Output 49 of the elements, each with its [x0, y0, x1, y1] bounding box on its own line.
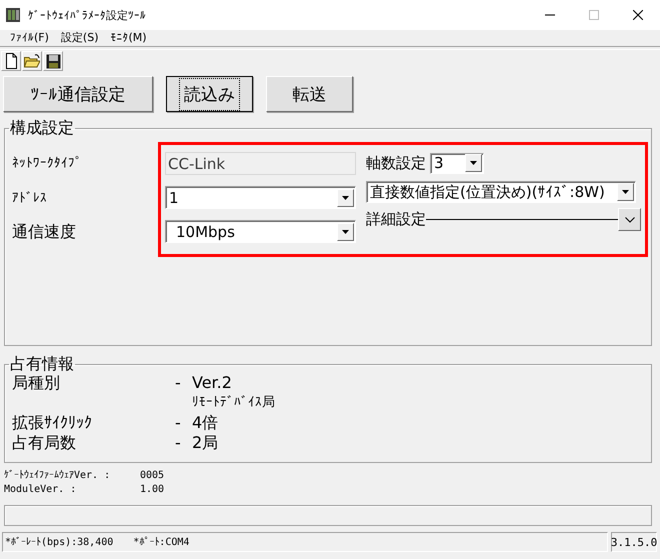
- dash-text: -: [175, 413, 182, 433]
- toolbar-button[interactable]: [22, 51, 42, 71]
- action-button[interactable]: 転送: [266, 76, 353, 112]
- version-label: ModuleVer. :: [4, 483, 78, 497]
- baud-rate-text: *ﾎﾞｰﾚｰﾄ(bps):38,400: [5, 536, 114, 548]
- group-title: 占有情報: [9, 356, 75, 372]
- toolbar-button[interactable]: [43, 51, 63, 71]
- dash-text: -: [175, 433, 182, 453]
- dash-text: -: [175, 373, 182, 393]
- menu-item[interactable]: ﾌｧｲﾙ(F): [4, 31, 55, 44]
- info-value: 2局: [192, 433, 220, 453]
- version-label: ｹﾞｰﾄｳｪｲﾌｧｰﾑｳｪｱVer. :: [4, 469, 112, 483]
- version-text: 3.1.5.0: [611, 532, 657, 552]
- field-label: 通信速度: [12, 221, 77, 243]
- version-value: 0005: [140, 469, 166, 483]
- maximize-icon: [589, 10, 599, 20]
- chevron-down-icon: [624, 216, 634, 222]
- field-label: ｱﾄﾞﾚｽ: [12, 190, 48, 208]
- info-value: ﾘﾓｰﾄﾃﾞﾊﾞｲｽ局: [192, 394, 276, 412]
- close-icon[interactable]: [633, 10, 643, 20]
- speed-dropdown[interactable]: 10Mbps: [165, 220, 356, 243]
- info-label: 局種別: [12, 373, 61, 393]
- field-label: ﾈｯﾄﾜｰｸﾀｲﾌﾟ: [12, 155, 83, 173]
- toolbar-button[interactable]: [1, 51, 21, 71]
- caret-icon: [342, 230, 349, 234]
- port-text: *ﾎﾟｰﾄ:COM4: [133, 536, 190, 548]
- info-label: 拡張ｻｲｸﾘｯｸ: [12, 413, 93, 433]
- info-label: 占有局数: [12, 433, 77, 453]
- caret-icon: [470, 161, 477, 165]
- menu-item[interactable]: ﾓﾆﾀ(M): [104, 31, 153, 44]
- field-label: 詳細設定: [366, 210, 426, 229]
- caret-icon: [622, 190, 629, 194]
- info-value: 4倍: [192, 413, 220, 433]
- info-value: Ver.2: [192, 373, 233, 393]
- mode-dropdown[interactable]: 直接数値指定(位置決め)(ｻｲｽﾞ:8W): [366, 181, 636, 203]
- caret-icon: [342, 196, 349, 200]
- address-dropdown[interactable]: 1: [165, 186, 356, 209]
- action-button[interactable]: ﾂｰﾙ通信設定: [3, 76, 153, 112]
- window-title: ｹﾞｰﾄｳｪｲﾊﾟﾗﾒｰﾀ設定ﾂｰﾙ: [28, 8, 147, 22]
- group-title: 構成設定: [9, 120, 75, 136]
- field-label: 軸数設定: [366, 154, 426, 172]
- menu-item[interactable]: 設定(S): [54, 30, 104, 45]
- app-icon: [6, 7, 20, 23]
- expand-button[interactable]: [618, 208, 641, 231]
- open-folder-icon: [24, 54, 40, 68]
- version-value: 1.00: [140, 483, 166, 497]
- action-button[interactable]: 読込み: [166, 76, 253, 112]
- axes-dropdown[interactable]: 3: [430, 152, 484, 174]
- new-file-icon: [4, 53, 18, 69]
